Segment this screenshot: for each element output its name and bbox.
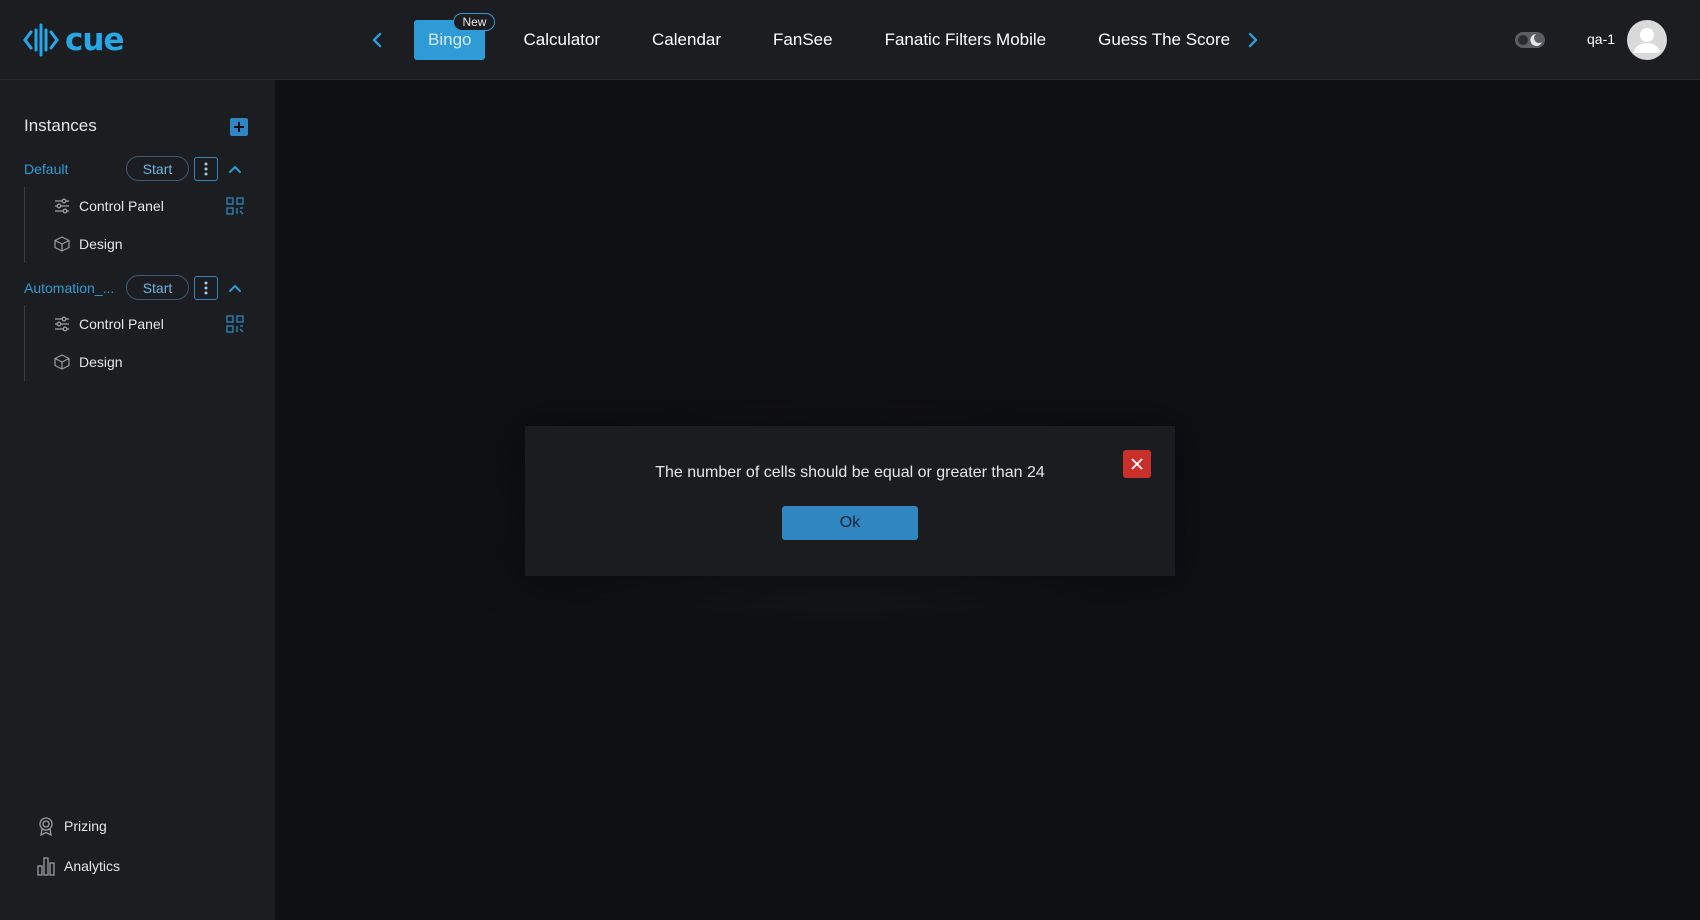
- control-panel-item[interactable]: Control Panel: [25, 305, 254, 343]
- add-instance-button[interactable]: [230, 118, 248, 136]
- ok-button[interactable]: Ok: [782, 506, 918, 540]
- collapse-instance-button[interactable]: [224, 158, 246, 180]
- bar-chart-icon: [37, 857, 55, 876]
- cube-icon: [54, 354, 70, 370]
- tabs-scroll-right-button[interactable]: [1241, 28, 1265, 52]
- tab-label: Guess The Score: [1098, 30, 1231, 49]
- award-icon: [39, 817, 53, 836]
- child-label: Design: [79, 236, 123, 252]
- sliders-icon: [55, 316, 69, 332]
- design-item[interactable]: Design: [25, 225, 254, 263]
- control-panel-item[interactable]: Control Panel: [25, 187, 254, 225]
- analytics-link[interactable]: Analytics: [36, 854, 120, 878]
- instances-header: Instances: [24, 116, 97, 135]
- instance-children: Control Panel Design: [24, 187, 254, 263]
- tab-label: FanSee: [773, 30, 833, 49]
- logo-text: cue: [65, 21, 124, 58]
- kebab-menu-icon: [204, 281, 208, 295]
- tab-calculator[interactable]: Calculator: [509, 20, 614, 60]
- dialog-message: The number of cells should be equal or g…: [655, 464, 1045, 481]
- error-dialog: The number of cells should be equal or g…: [525, 426, 1175, 576]
- instance-menu-button[interactable]: [194, 157, 218, 181]
- cue-logo[interactable]: cue: [23, 21, 124, 58]
- tab-label: Bingo: [428, 30, 472, 49]
- sidebar: Instances Default Start Control Panel De…: [0, 80, 275, 920]
- instance-menu-button[interactable]: [194, 276, 218, 300]
- avatar[interactable]: [1627, 20, 1667, 60]
- dark-mode-toggle-icon: [1515, 32, 1545, 48]
- user-avatar-icon: [1634, 28, 1660, 53]
- close-icon: [1131, 458, 1143, 470]
- waveform-logo-icon: [23, 23, 59, 57]
- cube-icon: [54, 236, 70, 252]
- instance-name[interactable]: Default: [24, 161, 119, 177]
- new-badge: New: [453, 13, 496, 31]
- qr-code-icon[interactable]: [226, 197, 244, 215]
- analytics-label: Analytics: [64, 858, 121, 874]
- theme-toggle[interactable]: [1514, 29, 1546, 51]
- tab-guess-the-score[interactable]: Guess The Score: [1084, 20, 1244, 60]
- instance-row-default: Default Start: [24, 156, 254, 182]
- instance-row-automation: Automation_... Start: [24, 275, 254, 301]
- instance-name[interactable]: Automation_...: [24, 280, 119, 296]
- prizing-label: Prizing: [64, 818, 107, 834]
- child-label: Control Panel: [79, 316, 164, 332]
- instance-children: Control Panel Design: [24, 305, 254, 381]
- tab-label: Calendar: [652, 30, 722, 49]
- start-button[interactable]: Start: [126, 275, 189, 300]
- child-label: Design: [79, 354, 123, 370]
- username: qa-1: [1587, 31, 1616, 47]
- chevron-left-icon: [372, 32, 382, 48]
- qr-code-icon[interactable]: [226, 315, 244, 333]
- top-navigation-bar: cue Bingo New Calculator Calendar FanSee…: [0, 0, 1700, 80]
- tab-bingo[interactable]: Bingo New: [414, 13, 496, 60]
- chevron-up-icon: [229, 284, 241, 292]
- tab-calendar[interactable]: Calendar: [638, 20, 735, 60]
- tab-fansee[interactable]: FanSee: [759, 20, 847, 60]
- collapse-instance-button[interactable]: [224, 277, 246, 299]
- child-label: Control Panel: [79, 198, 164, 214]
- app-tabs: Bingo New Calculator Calendar FanSee Fan…: [414, 13, 1244, 60]
- chevron-up-icon: [229, 165, 241, 173]
- prizing-link[interactable]: Prizing: [36, 814, 107, 838]
- tab-fanatic-filters-mobile[interactable]: Fanatic Filters Mobile: [871, 20, 1061, 60]
- sliders-icon: [55, 198, 69, 214]
- start-button[interactable]: Start: [126, 156, 189, 181]
- design-item[interactable]: Design: [25, 343, 254, 381]
- close-dialog-button[interactable]: [1123, 450, 1151, 478]
- tabs-scroll-left-button[interactable]: [365, 28, 389, 52]
- plus-icon: [234, 122, 244, 132]
- tab-label: Fanatic Filters Mobile: [884, 30, 1047, 49]
- tab-label: Calculator: [523, 30, 601, 49]
- chevron-right-icon: [1248, 32, 1258, 48]
- kebab-menu-icon: [204, 162, 208, 176]
